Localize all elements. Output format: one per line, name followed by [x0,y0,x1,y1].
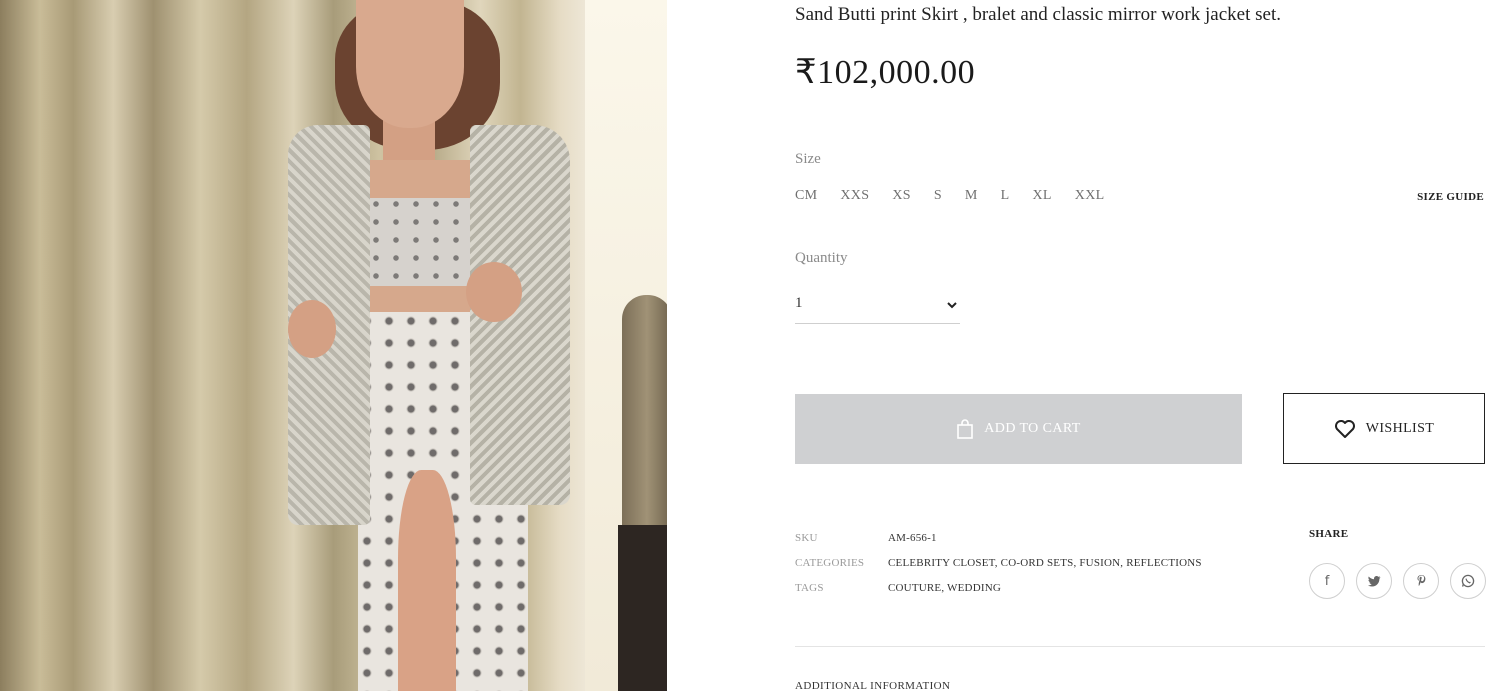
tab-additional-information[interactable]: ADDITIONAL INFORMATION [795,680,950,692]
quantity-label: Quantity [795,250,848,266]
size-option-xs[interactable]: XS [892,188,911,204]
add-to-cart-button[interactable]: ADD TO CART [795,394,1242,464]
size-guide-link[interactable]: SIZE GUIDE [1417,191,1484,203]
size-option-xxs[interactable]: XXS [840,188,869,204]
tags-label: TAGS [795,582,824,594]
size-selector: CM XXS XS S M L XL XXL [795,188,1127,204]
quantity-select[interactable]: 1 [795,287,960,324]
section-divider [795,646,1485,647]
share-label: SHARE [1309,528,1349,540]
model-face [356,0,464,128]
shopping-bag-icon [957,419,974,439]
tags-value[interactable]: COUTURE, WEDDING [888,582,1001,594]
size-option-s[interactable]: S [934,188,942,204]
size-option-cm[interactable]: CM [795,188,817,204]
quantity-value: 1 [795,295,803,311]
product-title: Sand Butti print Skirt , bralet and clas… [795,4,1281,25]
chevron-down-icon [947,302,957,309]
model-hand-left [288,300,336,358]
product-price: ₹102,000.00 [795,54,976,91]
sku-value: AM-656-1 [888,532,937,544]
size-option-m[interactable]: M [965,188,978,204]
pinterest-icon[interactable] [1403,563,1439,599]
model-leg [398,470,456,691]
wishlist-button[interactable]: WISHLIST [1283,393,1485,464]
categories-value[interactable]: CELEBRITY CLOSET, CO-ORD SETS, FUSION, R… [888,557,1202,569]
categories-label: CATEGORIES [795,557,865,569]
size-label: Size [795,151,821,167]
size-option-xl[interactable]: XL [1033,188,1052,204]
size-option-l[interactable]: L [1001,188,1010,204]
model-bralet [350,198,485,286]
whatsapp-icon[interactable] [1450,563,1486,599]
sku-label: SKU [795,532,818,544]
size-option-xxl[interactable]: XXL [1075,188,1105,204]
twitter-icon[interactable] [1356,563,1392,599]
wishlist-label: WISHLIST [1365,420,1435,436]
photo-table [618,525,667,691]
add-to-cart-label: ADD TO CART [984,421,1081,436]
facebook-icon[interactable]: f [1309,563,1345,599]
product-image[interactable] [0,0,667,691]
model-hand-right [466,262,522,322]
heart-icon [1334,419,1355,438]
photo-statue [622,295,667,555]
